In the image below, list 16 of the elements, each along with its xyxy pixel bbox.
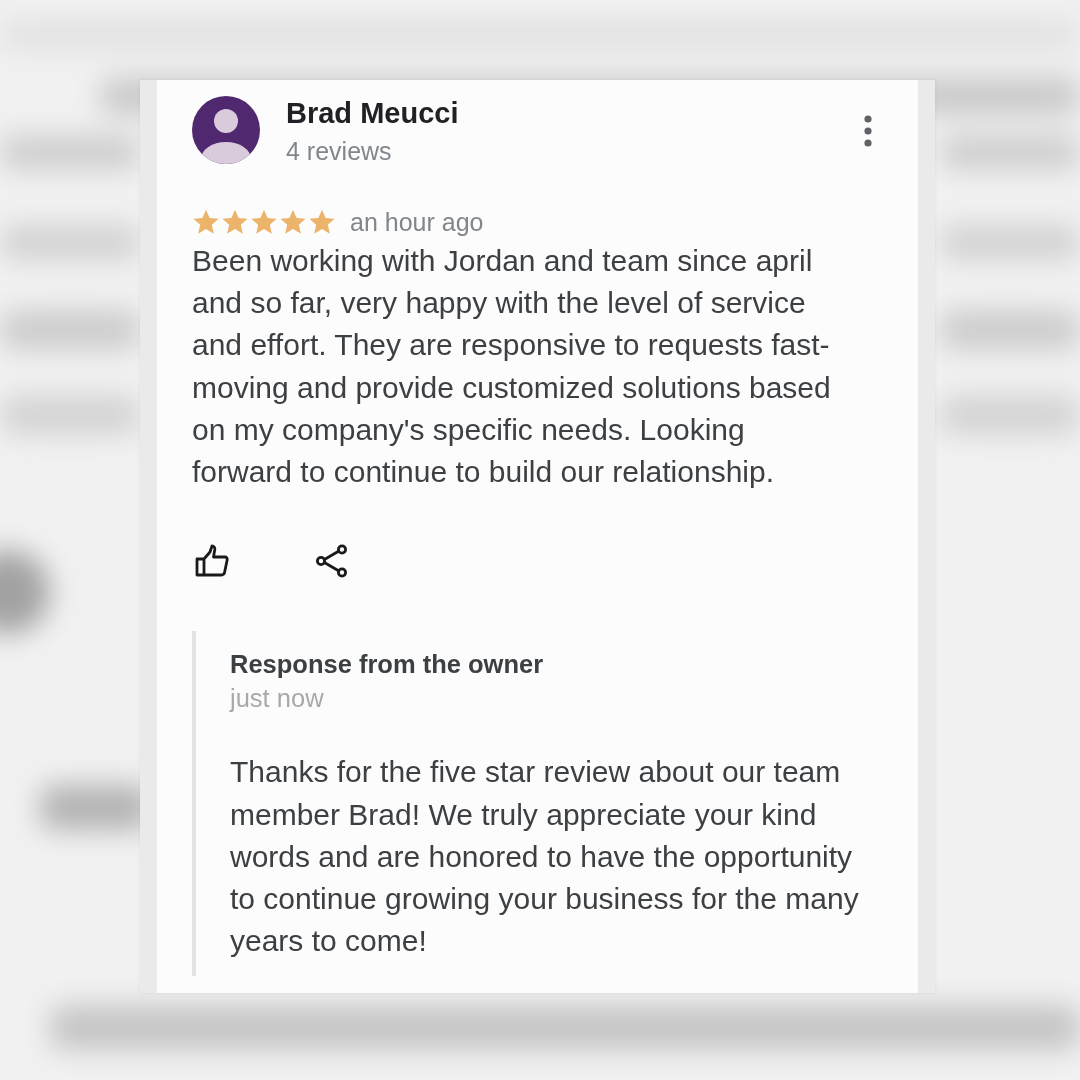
star-icon <box>250 208 278 236</box>
star-icon <box>308 208 336 236</box>
review-text: Been working with Jordan and team since april and so far, very happy with the level of service and effort. They are responsive to requests fast-moving and provide customized solutions based on my company's specific needs. Looking forward to continue to build our relationship. <box>192 243 832 490</box>
star-icon <box>279 208 307 236</box>
reviewer-name[interactable]: Brad Meucci <box>286 96 459 130</box>
response-text: Thanks for the five star review about our team member Brad! We truly appreciate your kind words and are honored to have the opportunity to continue growing your business for the many years to come! <box>230 754 860 960</box>
thumbs-up-icon[interactable] <box>195 544 229 579</box>
review-count: 4 reviews <box>286 136 392 166</box>
review-time: an hour ago <box>350 207 484 237</box>
avatar-icon <box>192 96 260 164</box>
response-time: just now <box>230 683 325 714</box>
more-options-icon[interactable] <box>863 115 873 147</box>
share-icon[interactable] <box>315 544 349 579</box>
response-title: Response from the owner <box>230 650 545 679</box>
star-icon <box>192 208 220 236</box>
star-icon <box>221 208 249 236</box>
